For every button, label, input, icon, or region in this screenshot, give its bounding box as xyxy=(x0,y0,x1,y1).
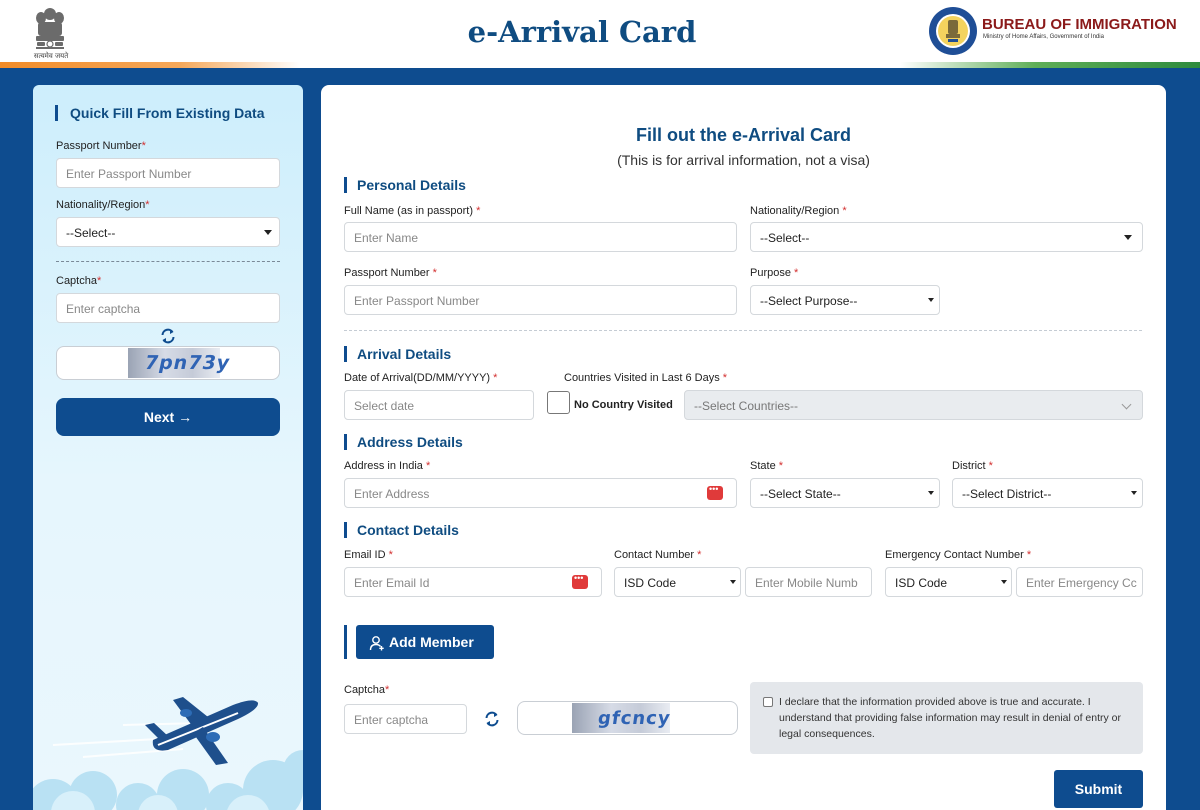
submit-button[interactable]: Submit xyxy=(1054,770,1143,808)
quick-fill-panel: Quick Fill From Existing Data Passport N… xyxy=(33,85,303,810)
caret-down-icon xyxy=(928,491,934,495)
add-member-button[interactable]: Add Member xyxy=(356,625,494,659)
no-country-checkbox[interactable] xyxy=(547,391,570,414)
no-country-label: No Country Visited xyxy=(574,399,673,411)
site-header: सत्यमेव जयते e-Arrival Card BUREAU OF IM… xyxy=(0,0,1200,70)
personal-details-heading: Personal Details xyxy=(344,177,466,193)
quick-nationality-select[interactable]: --Select-- xyxy=(56,217,280,247)
caret-down-icon xyxy=(1001,580,1007,584)
contact-number-label: Contact Number * xyxy=(614,549,702,561)
captcha-image: gfcncy xyxy=(517,701,738,735)
nationality-label: Nationality/Region* xyxy=(56,199,150,211)
next-button[interactable]: Next → xyxy=(56,398,280,436)
arrival-form-card: Fill out the e-Arrival Card (This is for… xyxy=(321,85,1166,810)
address-label: Address in India * xyxy=(344,460,431,472)
district-label: District * xyxy=(952,460,993,472)
email-input[interactable]: Enter Email Id xyxy=(344,567,602,597)
passport-number-label: Passport Number * xyxy=(344,267,437,279)
form-title: Fill out the e-Arrival Card xyxy=(635,125,852,145)
captcha-label: Captcha* xyxy=(344,684,390,696)
state-label: State * xyxy=(750,460,784,472)
arrival-date-input[interactable]: Select date xyxy=(344,390,534,420)
address-details-heading: Address Details xyxy=(344,434,463,450)
bureau-title: BUREAU OF IMMIGRATION xyxy=(982,16,1177,33)
countries-select[interactable]: --Select Countries-- xyxy=(684,390,1143,420)
address-input[interactable]: Enter Address xyxy=(344,478,737,508)
quick-fill-heading: Quick Fill From Existing Data xyxy=(55,105,264,121)
declaration-text: I declare that the information provided … xyxy=(779,696,1122,740)
full-name-input[interactable]: Enter Name xyxy=(344,222,737,252)
refresh-captcha-icon[interactable] xyxy=(159,327,177,345)
caret-down-icon xyxy=(1131,491,1137,495)
add-user-icon xyxy=(369,636,384,651)
form-subtitle: (This is for arrival information, not a … xyxy=(617,152,870,168)
isd-code-select[interactable]: ISD Code xyxy=(614,567,741,597)
caret-down-icon xyxy=(928,298,934,302)
mobile-number-input[interactable]: Enter Mobile Numb xyxy=(745,567,872,597)
nationality-select[interactable]: --Select-- xyxy=(750,222,1143,252)
passport-label: Passport Number* xyxy=(56,140,146,152)
quick-captcha-image: 7pn73y xyxy=(56,346,280,380)
purpose-select[interactable]: --Select Purpose-- xyxy=(750,285,940,315)
emergency-contact-label: Emergency Contact Number * xyxy=(885,549,1032,561)
bureau-seal-icon xyxy=(929,7,977,55)
district-select[interactable]: --Select District-- xyxy=(952,478,1143,508)
chevron-down-icon xyxy=(1121,399,1132,410)
emblem-motto: सत्यमेव जयते xyxy=(33,52,69,60)
airplane-illustration xyxy=(33,697,303,810)
full-name-label: Full Name (as in passport) * xyxy=(344,205,481,217)
declaration-box: I declare that the information provided … xyxy=(750,682,1143,754)
contact-details-heading: Contact Details xyxy=(344,522,459,538)
purpose-label: Purpose * xyxy=(750,267,799,279)
countries-visited-label: Countries Visited in Last 6 Days * xyxy=(564,372,728,384)
captcha-input[interactable]: Enter captcha xyxy=(344,704,467,734)
caret-down-icon xyxy=(730,580,736,584)
state-select[interactable]: --Select State-- xyxy=(750,478,940,508)
caret-down-icon xyxy=(1124,235,1132,240)
keyboard-input-icon[interactable] xyxy=(572,573,588,589)
captcha-label: Captcha* xyxy=(56,275,102,287)
bureau-subtitle: Ministry of Home Affairs, Government of … xyxy=(983,34,1104,40)
emergency-isd-select[interactable]: ISD Code xyxy=(885,567,1012,597)
section-divider xyxy=(344,330,1142,331)
email-label: Email ID * xyxy=(344,549,393,561)
passport-number-input[interactable]: Enter Passport Number xyxy=(344,285,737,315)
arrival-details-heading: Arrival Details xyxy=(344,346,451,362)
arrival-date-label: Date of Arrival(DD/MM/YYYY) * xyxy=(344,372,498,384)
declaration-checkbox[interactable] xyxy=(763,697,773,707)
quick-passport-input[interactable]: Enter Passport Number xyxy=(56,158,280,188)
add-member-accent xyxy=(344,625,347,659)
divider xyxy=(56,261,280,262)
emergency-number-input[interactable]: Enter Emergency Cc xyxy=(1016,567,1143,597)
nationality-label: Nationality/Region * xyxy=(750,205,847,217)
refresh-captcha-icon[interactable] xyxy=(483,710,501,728)
quick-captcha-input[interactable]: Enter captcha xyxy=(56,293,280,323)
caret-down-icon xyxy=(264,230,272,235)
keyboard-input-icon[interactable] xyxy=(707,484,723,500)
captcha-text: 7pn73y xyxy=(142,352,233,374)
captcha-text: gfcncy xyxy=(596,708,673,729)
